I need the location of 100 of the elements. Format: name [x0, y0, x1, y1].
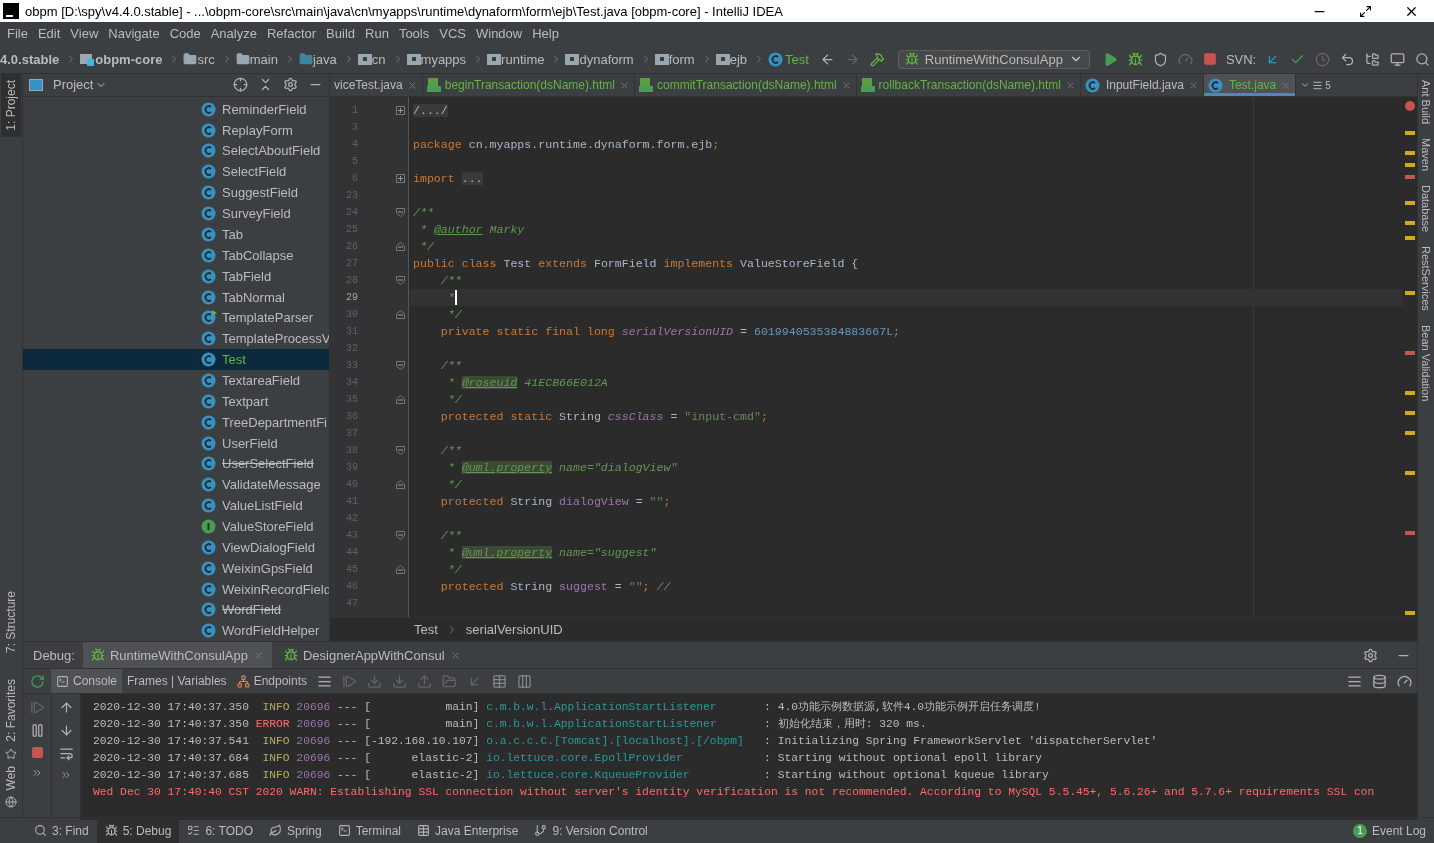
collapse-fold-icon[interactable] [396, 565, 405, 574]
stop-icon[interactable] [1202, 52, 1217, 66]
tool-window-button[interactable]: 6: TODO [179, 818, 261, 843]
breadcrumb[interactable]: myapps [420, 51, 473, 67]
editor-tab[interactable]: commitTransaction(dsName).html [635, 74, 857, 96]
collapse-fold-icon[interactable] [396, 531, 405, 540]
run-icon[interactable] [1102, 51, 1118, 67]
hammer-icon[interactable] [869, 51, 885, 67]
more-icon[interactable] [60, 769, 72, 781]
tree-item[interactable]: SelectAboutField [23, 140, 329, 162]
tree-item[interactable]: ValueListField [23, 495, 329, 517]
tree-item[interactable]: SuggestField [23, 182, 329, 204]
tool-window-tab[interactable]: RestServices [1420, 246, 1432, 311]
tree-item[interactable]: SelectField [23, 161, 329, 183]
tree-item[interactable]: ValueStoreField [23, 516, 329, 537]
menu-item[interactable]: Help [527, 26, 564, 41]
collapse-fold-icon[interactable] [396, 310, 405, 319]
bug-icon[interactable] [904, 52, 919, 66]
menu-item[interactable]: Build [321, 26, 360, 41]
breadcrumb[interactable]: runtime [501, 51, 551, 67]
breadcrumb[interactable]: src [197, 51, 221, 67]
run-config-dropdown[interactable]: RuntimeWithConsulApp [897, 49, 1090, 69]
menu-item[interactable]: Navigate [103, 26, 165, 41]
breadcrumb[interactable]: form [668, 51, 701, 67]
tool-window-button[interactable]: Java Enterprise [409, 818, 527, 843]
collapse-fold-icon[interactable] [396, 446, 405, 455]
menu-item[interactable]: Refactor [261, 26, 322, 41]
tree-item[interactable]: WordField [23, 599, 329, 621]
expand-fold-icon[interactable] [396, 174, 405, 183]
expand-fold-icon[interactable] [396, 106, 405, 115]
breadcrumb[interactable]: dynaform [579, 51, 640, 67]
tool-window-tab[interactable]: 2: Favorites [1, 672, 21, 748]
tool-window-tab[interactable]: Database [1420, 185, 1432, 233]
tool-window-tab[interactable]: Web [1, 759, 21, 796]
tree-item[interactable]: TextareaField [23, 370, 329, 391]
breadcrumb[interactable]: main [249, 51, 284, 67]
forward-icon[interactable] [844, 51, 860, 67]
tool-window-tab[interactable]: Bean Validation [1420, 324, 1432, 402]
breadcrumb[interactable]: cn [371, 51, 392, 67]
tool-window-tab[interactable]: 7: Structure [1, 584, 21, 659]
revert-icon[interactable] [1340, 51, 1356, 67]
window-icon[interactable] [1390, 51, 1406, 67]
breadcrumb[interactable]: 4.0.stable [0, 51, 66, 67]
collapse-fold-icon[interactable] [396, 395, 405, 404]
tool-window-tab[interactable]: Ant Build [1420, 80, 1432, 125]
tree-item[interactable]: ReplayForm [23, 119, 329, 141]
debug-session-tab[interactable]: DesignerAppWithConsul [275, 642, 469, 668]
tool-window-tab[interactable]: 1: Project [1, 74, 21, 137]
soft-wrap-icon[interactable] [58, 746, 74, 761]
globe-icon[interactable] [5, 796, 17, 808]
align-icon[interactable] [1347, 673, 1362, 689]
project-view-dropdown[interactable]: Project [53, 77, 108, 93]
breadcrumb[interactable]: java [312, 51, 343, 67]
tree-item[interactable]: TreeDepartmentFi [23, 411, 329, 433]
settings-icon[interactable] [283, 77, 298, 93]
tree-item[interactable]: WordFieldHelper [23, 620, 329, 641]
event-log-button[interactable]: 1 Event Log [1344, 818, 1434, 843]
collapse-fold-icon[interactable] [396, 480, 405, 489]
star-icon[interactable] [5, 747, 17, 760]
tree-item[interactable]: ReminderField [23, 98, 329, 120]
tree-item[interactable]: TemplateParser [23, 307, 329, 329]
tool-window-button[interactable]: Terminal [329, 818, 409, 843]
history-icon[interactable] [1315, 51, 1331, 67]
tool-window-button[interactable]: 5: Debug [96, 818, 180, 843]
tree-item[interactable]: ViewDialogField [23, 536, 329, 558]
debug-icon[interactable] [1127, 51, 1143, 67]
menu-item[interactable]: Code [164, 26, 206, 41]
breadcrumb[interactable]: Test [414, 622, 438, 637]
tree-item[interactable]: Tab [23, 224, 329, 245]
menu-item[interactable]: File [2, 26, 33, 41]
breadcrumb[interactable]: ejb [729, 51, 753, 67]
editor-tab[interactable]: beginTransaction(dsName).html [422, 74, 635, 96]
debug-tab[interactable]: Endpoints [231, 669, 312, 693]
menu-item[interactable]: Tools [393, 26, 435, 41]
menu-item[interactable]: View [65, 26, 104, 41]
collapse-fold-icon[interactable] [396, 208, 405, 217]
menu-icon[interactable] [317, 673, 332, 689]
menu-item[interactable]: Run [360, 26, 394, 41]
tab-overflow-button[interactable]: 5 [1296, 74, 1335, 96]
debug-tab[interactable]: Console [51, 669, 123, 693]
tool-window-tab[interactable]: Maven [1420, 138, 1432, 172]
rerun-icon[interactable] [29, 673, 45, 689]
editor-tab[interactable]: InputField.java [1080, 74, 1204, 96]
down-icon[interactable] [58, 723, 74, 738]
more-icon[interactable] [31, 767, 43, 779]
tree-item[interactable]: SurveyField [23, 203, 329, 224]
tree-item[interactable]: Test [23, 349, 329, 370]
debug-tab[interactable]: Frames | Variables [122, 669, 232, 693]
breadcrumb[interactable]: obpm-core [95, 51, 169, 67]
menu-item[interactable]: Analyze [205, 26, 262, 41]
tool-window-button[interactable]: Spring [260, 818, 330, 843]
tree-item[interactable]: TabField [23, 265, 329, 287]
menu-item[interactable]: VCS [434, 26, 471, 41]
back-icon[interactable] [819, 51, 835, 67]
tree-item[interactable]: ValidateMessage [23, 474, 329, 496]
settings-icon[interactable] [1363, 647, 1378, 663]
menu-item[interactable]: Window [470, 26, 528, 41]
collapse-fold-icon[interactable] [396, 242, 405, 251]
tool-window-button[interactable]: 9: Version Control [526, 818, 656, 843]
tree-item[interactable]: Textpart [23, 390, 329, 412]
